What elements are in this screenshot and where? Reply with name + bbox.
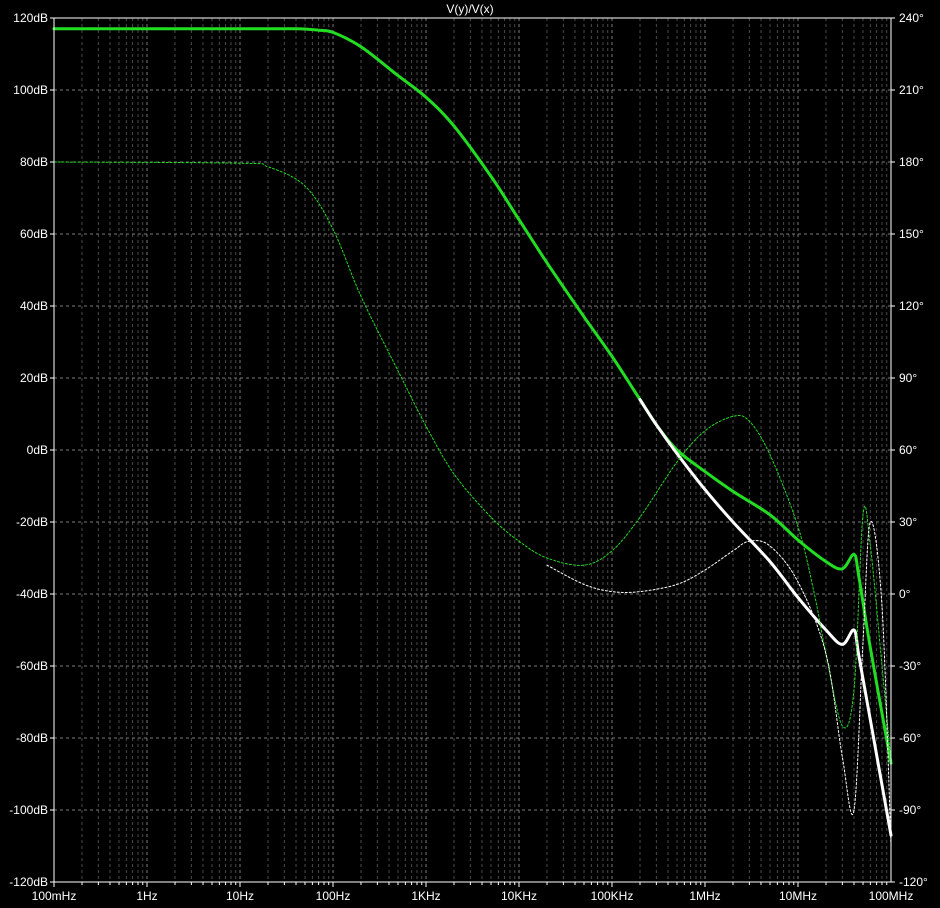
x-tick-label: 1Hz [136, 889, 157, 903]
bode-plot: 120dB 100dB 80dB 60dB 40dB 20dB 0dB -20dB -40dB -… [0, 0, 940, 908]
y-right-tick-label: -60° [899, 731, 921, 745]
x-tick-label: 100Hz [316, 889, 351, 903]
x-tick-label: 100mHz [32, 889, 77, 903]
x-tick-label: 10Hz [226, 889, 254, 903]
y-right-tick-label: -30° [899, 659, 921, 673]
x-tick-label: 10KHz [501, 889, 537, 903]
x-tick-label: 1KHz [411, 889, 440, 903]
plot-background [0, 0, 940, 908]
y-left-tick-label: 100dB [13, 83, 48, 97]
x-tick-label: 1MHz [689, 889, 720, 903]
y-right-tick-label: 30° [899, 515, 917, 529]
x-tick-label: 10MHz [779, 889, 817, 903]
y-right-tick-label: 120° [899, 299, 924, 313]
y-left-tick-label: -20dB [16, 515, 48, 529]
y-left-tick-label: 80dB [20, 155, 48, 169]
y-right-tick-label: -120° [899, 875, 928, 889]
y-left-tick-label: 60dB [20, 227, 48, 241]
y-left-tick-label: 40dB [20, 299, 48, 313]
y-right-tick-label: 60° [899, 443, 917, 457]
y-left-tick-label: 0dB [27, 443, 48, 457]
y-right-tick-label: 150° [899, 227, 924, 241]
y-left-tick-label: -60dB [16, 659, 48, 673]
y-right-tick-label: 0° [899, 587, 911, 601]
y-left-tick-label: -40dB [16, 587, 48, 601]
y-right-tick-label: 180° [899, 155, 924, 169]
y-left-tick-label: -120dB [9, 875, 48, 889]
y-left-tick-label: 120dB [13, 11, 48, 25]
x-tick-label: 100MHz [869, 889, 914, 903]
x-tick-label: 100KHz [591, 889, 634, 903]
y-left-tick-label: -100dB [9, 803, 48, 817]
y-left-tick-label: -80dB [16, 731, 48, 745]
y-right-tick-label: 90° [899, 371, 917, 385]
y-right-tick-label: -90° [899, 803, 921, 817]
y-right-tick-label: 210° [899, 83, 924, 97]
chart-title: V(y)/V(x) [446, 2, 493, 16]
y-left-tick-label: 20dB [20, 371, 48, 385]
y-right-tick-label: 240° [899, 11, 924, 25]
